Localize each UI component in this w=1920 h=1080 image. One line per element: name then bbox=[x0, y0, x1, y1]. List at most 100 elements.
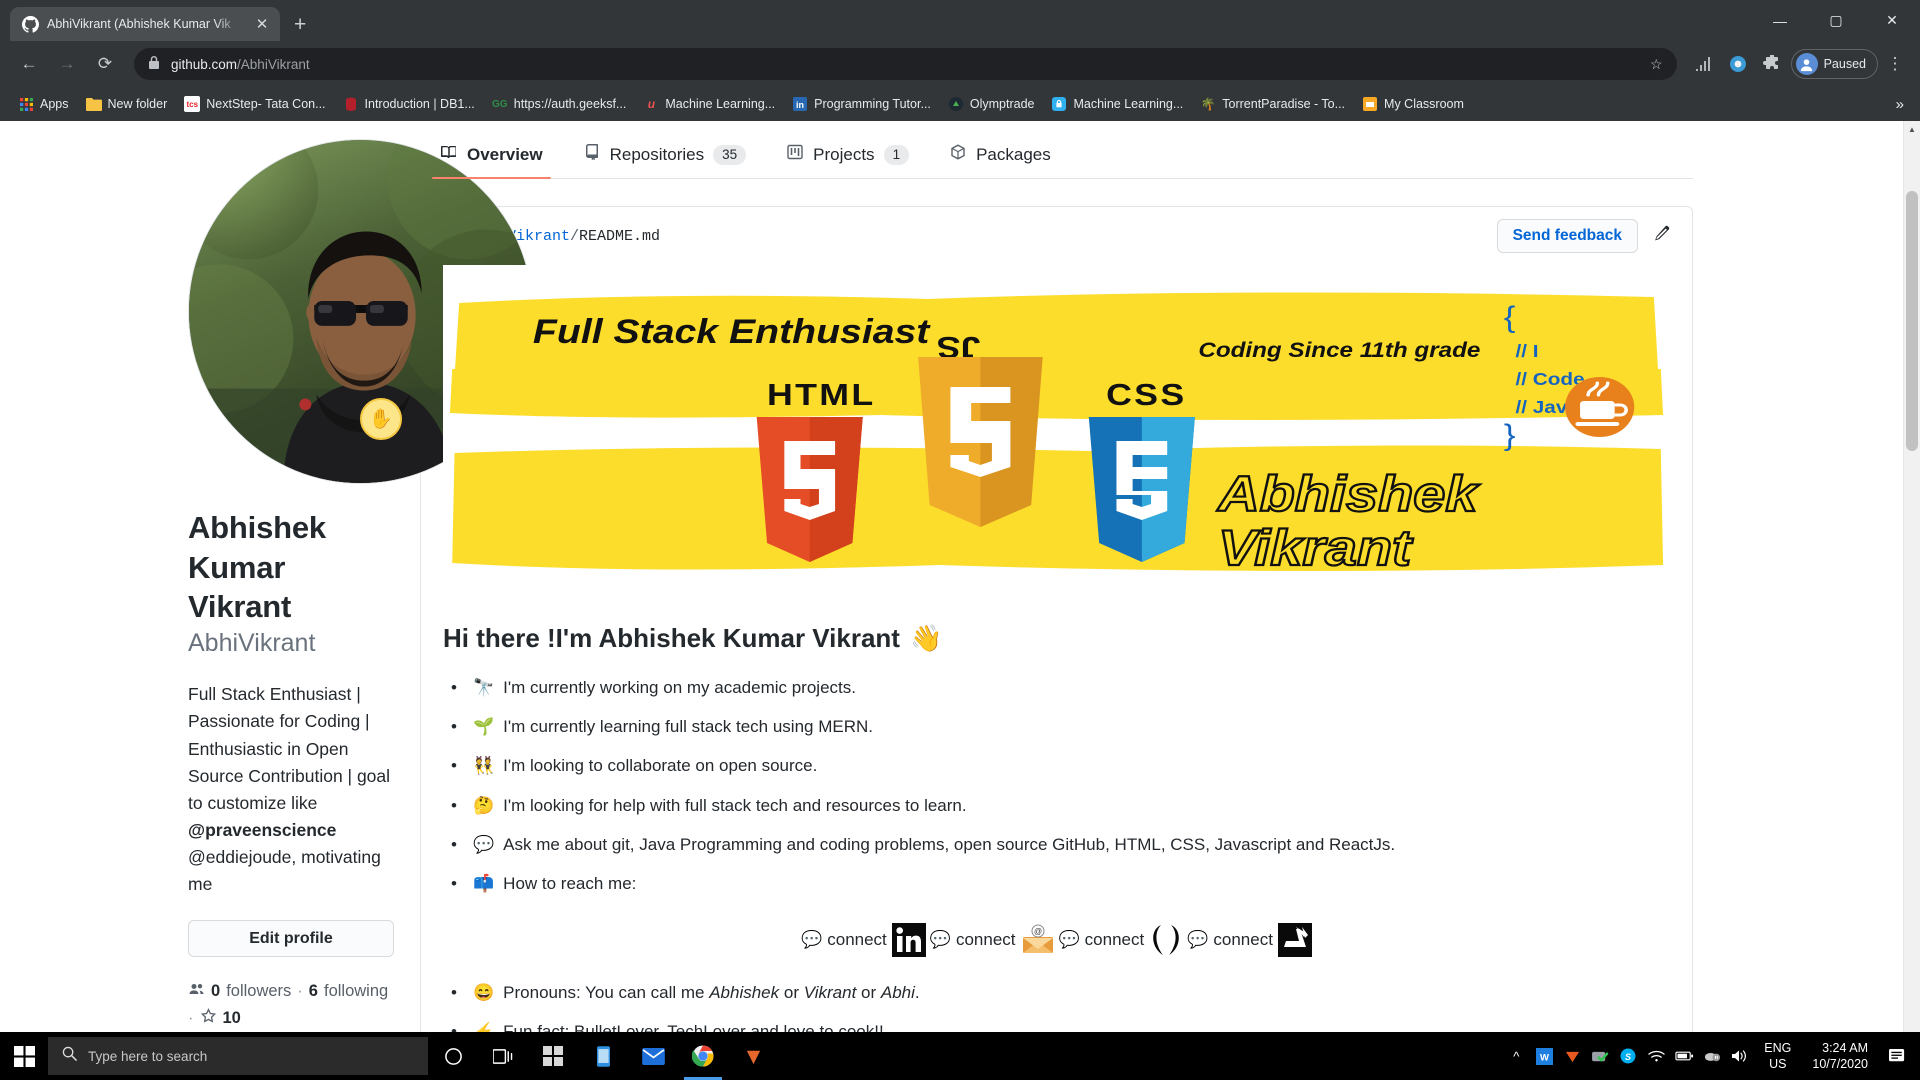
window-close-button[interactable]: ✕ bbox=[1864, 0, 1920, 41]
profile-bio: Full Stack Enthusiast | Passionate for C… bbox=[188, 681, 394, 898]
following-label[interactable]: following bbox=[324, 982, 388, 1001]
following-count[interactable]: 6 bbox=[309, 982, 318, 1001]
wwe-icon[interactable]: W bbox=[1531, 1032, 1557, 1080]
reload-button[interactable]: ⟳ bbox=[88, 47, 122, 81]
forward-button[interactable]: → bbox=[50, 47, 84, 81]
search-input[interactable]: Type here to search bbox=[48, 1037, 428, 1075]
svg-text:// I: // I bbox=[1515, 341, 1538, 361]
bookmarks-overflow-button[interactable]: » bbox=[1890, 96, 1910, 113]
profile-chip[interactable]: Paused bbox=[1790, 49, 1878, 79]
path-slash: / bbox=[570, 227, 580, 245]
skype-icon[interactable]: S bbox=[1615, 1032, 1641, 1080]
tab-packages[interactable]: Packages bbox=[933, 144, 1067, 178]
bookmark-label: Introduction | DB1... bbox=[364, 97, 475, 111]
browser-tab[interactable]: AbhiVikrant (Abhishek Kumar Vik ✕ bbox=[10, 7, 280, 41]
list-item: 😄 Pronouns: You can call me Abhishek or … bbox=[443, 979, 1670, 1006]
apps-grid-icon bbox=[18, 96, 34, 112]
social-connect-row: 💬 connect 💬 connect @ 💬 connect 💬 connec… bbox=[443, 923, 1670, 958]
tab-overview[interactable]: Overview bbox=[424, 144, 559, 179]
bookmark-new-folder[interactable]: New folder bbox=[78, 92, 176, 116]
bookmark-olymptrade[interactable]: Olymptrade bbox=[940, 92, 1043, 116]
list-item-text: How to reach me: bbox=[503, 873, 637, 893]
vlc-icon[interactable] bbox=[728, 1032, 778, 1080]
action-center-icon[interactable] bbox=[1880, 1032, 1914, 1080]
list-item-text: Ask me about git, Java Programming and c… bbox=[503, 834, 1396, 854]
battery-icon[interactable] bbox=[1671, 1032, 1697, 1080]
bookmark-label: My Classroom bbox=[1384, 97, 1464, 111]
onedrive-icon[interactable] bbox=[1699, 1032, 1725, 1080]
browser-menu-button[interactable]: ⋮ bbox=[1882, 54, 1908, 74]
github-icon[interactable] bbox=[1149, 923, 1183, 957]
scrollbar-thumb[interactable] bbox=[1906, 191, 1918, 451]
bookmark-machine-learning-1[interactable]: u Machine Learning... bbox=[635, 92, 783, 116]
phone-icon[interactable] bbox=[578, 1032, 628, 1080]
bookmark-apps[interactable]: Apps bbox=[10, 92, 77, 116]
readme-filename[interactable]: README.md bbox=[579, 228, 660, 245]
send-feedback-button[interactable]: Send feedback bbox=[1496, 219, 1638, 253]
chrome-icon[interactable] bbox=[678, 1032, 728, 1080]
maximize-button[interactable]: ▢ bbox=[1808, 0, 1864, 41]
back-button[interactable]: ← bbox=[12, 47, 46, 81]
bookmark-star-icon[interactable]: ☆ bbox=[1650, 56, 1663, 73]
email-icon[interactable]: @ bbox=[1021, 923, 1055, 957]
connect-github[interactable]: 💬 connect bbox=[1059, 923, 1184, 957]
pronoun-name-1: Abhishek bbox=[709, 983, 780, 1003]
new-tab-button[interactable]: + bbox=[294, 14, 306, 35]
edit-pencil-icon[interactable] bbox=[1652, 225, 1670, 248]
bio-mention[interactable]: @praveenscience bbox=[188, 820, 336, 840]
stat-separator: · bbox=[297, 982, 303, 1001]
profile-main: Overview Repositories 35 Projects 1 Pack… bbox=[420, 121, 1903, 1032]
banner-html-label: HTML bbox=[767, 378, 875, 412]
tray-expand-chevron-icon[interactable]: ^ bbox=[1503, 1032, 1529, 1080]
bookmark-geeksforgeeks[interactable]: GG https://auth.geeksf... bbox=[484, 92, 635, 116]
camera-icon[interactable] bbox=[1723, 49, 1753, 79]
volume-icon[interactable] bbox=[1727, 1032, 1753, 1080]
scroll-up-icon[interactable]: ▲ bbox=[1904, 121, 1920, 138]
utorrent-icon[interactable] bbox=[1559, 1032, 1585, 1080]
bookmark-nextstep[interactable]: tcs NextStep- Tata Con... bbox=[176, 92, 333, 116]
list-item-text: I'm looking for help with full stack tec… bbox=[503, 795, 967, 815]
bookmark-label: Apps bbox=[40, 97, 69, 111]
address-bar[interactable]: github.com/AbhiVikrant ☆ bbox=[134, 48, 1677, 80]
seedling-icon: 🌱 bbox=[473, 717, 495, 737]
clock-date: 10/7/2020 bbox=[1812, 1057, 1868, 1071]
palm-icon: 🌴 bbox=[1200, 97, 1216, 111]
language-indicator[interactable]: ENG US bbox=[1755, 1040, 1800, 1072]
list-item: ⚡ Fun fact: BulletLover, TechLover and l… bbox=[443, 1018, 1670, 1032]
tab-repositories[interactable]: Repositories 35 bbox=[567, 144, 763, 178]
linkedin-icon[interactable] bbox=[891, 923, 926, 958]
bookmark-machine-learning-2[interactable]: Machine Learning... bbox=[1043, 92, 1191, 116]
js-logo bbox=[918, 357, 1043, 527]
hand-cursor-icon: ✋ bbox=[360, 398, 402, 440]
hackerrank-icon[interactable] bbox=[1277, 923, 1312, 958]
shield-check-icon[interactable] bbox=[1587, 1032, 1613, 1080]
clock[interactable]: 3:24 AM 10/7/2020 bbox=[1802, 1040, 1878, 1072]
page-scrollbar[interactable]: ▲ bbox=[1903, 121, 1920, 1032]
tab-projects[interactable]: Projects 1 bbox=[770, 144, 925, 178]
stars-count[interactable]: 10 bbox=[223, 1009, 241, 1028]
task-view-icon[interactable] bbox=[478, 1032, 528, 1080]
connect-linkedin[interactable]: 💬 connect bbox=[801, 923, 926, 958]
minimize-button[interactable]: — bbox=[1752, 0, 1808, 41]
bookmark-introduction-db1[interactable]: Introduction | DB1... bbox=[335, 92, 483, 116]
stat-separator: · bbox=[188, 1009, 194, 1028]
cortana-icon[interactable] bbox=[428, 1032, 478, 1080]
close-icon[interactable]: ✕ bbox=[252, 15, 272, 33]
edit-profile-button[interactable]: Edit profile bbox=[188, 920, 394, 958]
start-button[interactable] bbox=[0, 1032, 48, 1080]
readme-header: AbhiVikrant/README.md Send feedback bbox=[443, 207, 1670, 265]
connect-hackerrank[interactable]: 💬 connect bbox=[1187, 923, 1312, 958]
microsoft-store-icon[interactable] bbox=[528, 1032, 578, 1080]
chart-icon[interactable] bbox=[1689, 49, 1719, 79]
bookmark-my-classroom[interactable]: My Classroom bbox=[1354, 92, 1472, 116]
followers-count[interactable]: 0 bbox=[211, 982, 220, 1001]
wifi-icon[interactable] bbox=[1643, 1032, 1669, 1080]
bookmark-torrentparadise[interactable]: 🌴 TorrentParadise - To... bbox=[1192, 92, 1353, 116]
connect-email[interactable]: 💬 connect @ bbox=[930, 923, 1055, 957]
bookmark-programming-tutorial[interactable]: in Programming Tutor... bbox=[784, 92, 939, 116]
followers-label[interactable]: followers bbox=[226, 982, 291, 1001]
extensions-icon[interactable] bbox=[1757, 49, 1787, 79]
mail-icon[interactable] bbox=[628, 1032, 678, 1080]
package-icon bbox=[949, 144, 967, 165]
connect-label: connect bbox=[955, 930, 1016, 950]
